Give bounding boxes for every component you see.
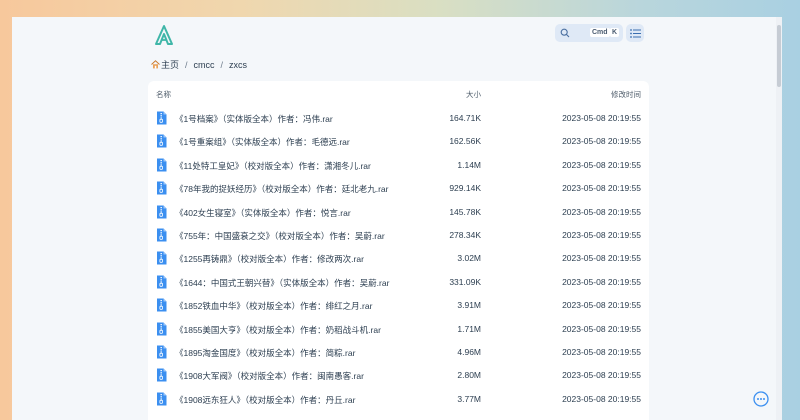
archive-file-icon	[157, 345, 167, 359]
table-row[interactable]: 《1255再铸鼎》（校对版全本）作者：修改两次.rar 3.02M 2023-05-…	[148, 247, 649, 270]
file-name[interactable]: 《1号重案组》（实体版全本）作者：毛德远.rar	[175, 136, 350, 148]
file-modified: 2023-05-08 20:19:55	[562, 136, 641, 147]
breadcrumb-home[interactable]: 主页	[151, 58, 179, 71]
file-size: 3.77M	[457, 393, 481, 404]
table-row[interactable]: 《755年：中国盛衰之交》（校对版全本）作者：吴蔚.rar 278.34K 2023…	[148, 224, 649, 247]
table-row[interactable]: 《402女生寝室》（实体版全本）作者：悦言.rar 145.78K 2023-05-…	[148, 201, 649, 224]
file-modified: 2023-05-08 20:19:55	[562, 393, 641, 404]
file-size: 1.71M	[457, 323, 481, 334]
table-header: 名称 大小 修改时间	[148, 89, 649, 103]
table-row[interactable]: 《1号档案》（实体版全本）作者：冯伟.rar 164.71K 2023-05-08 …	[148, 107, 649, 130]
list-icon	[629, 28, 641, 38]
file-name[interactable]: 《1908远东狂人》（校对版全本）作者：丹丘.rar	[175, 394, 355, 406]
table-row[interactable]: 《1895淘金国度》（校对版全本）作者：简粽.rar 4.96M 2023-05-0…	[148, 341, 649, 364]
file-name[interactable]: 《755年：中国盛衰之交》（校对版全本）作者：吴蔚.rar	[175, 230, 385, 242]
column-header-modified[interactable]: 修改时间	[611, 89, 641, 100]
list-menu-button[interactable]	[626, 24, 644, 42]
table-row[interactable]: 《1908远东狂人》（校对版全本）作者：丹丘.rar 3.77M 2023-05-0…	[148, 388, 649, 411]
breadcrumb-separator: /	[185, 59, 188, 70]
archive-file-icon	[157, 228, 167, 242]
logo-icon[interactable]	[153, 24, 175, 46]
file-modified: 2023-05-08 20:19:55	[562, 159, 641, 170]
breadcrumb: 主页 / cmcc / zxcs	[151, 58, 247, 71]
file-modified: 2023-05-08 20:19:55	[562, 370, 641, 381]
column-header-size[interactable]: 大小	[466, 89, 481, 100]
archive-file-icon	[157, 251, 167, 265]
file-size: 278.34K	[449, 230, 481, 240]
file-size: 164.71K	[449, 113, 481, 123]
breadcrumb-home-label: 主页	[161, 60, 180, 70]
file-modified: 2023-05-08 20:19:55	[562, 183, 641, 194]
more-options-icon[interactable]	[753, 391, 769, 407]
file-modified: 2023-05-08 20:19:55	[562, 230, 641, 240]
file-modified: 2023-05-08 20:19:55	[562, 253, 641, 264]
breadcrumb-item-cmcc[interactable]: cmcc	[194, 60, 215, 70]
table-row[interactable]: 《1852铁血中华》（校对版全本）作者：绯红之月.rar 3.91M 2023-05…	[148, 294, 649, 317]
archive-file-icon	[157, 392, 167, 406]
archive-file-icon	[157, 134, 167, 148]
file-size: 2.80M	[457, 370, 481, 381]
table-row[interactable]: 《1644：中国式王朝兴替》（实体版全本）作者：吴蔚.rar 331.09K 202…	[148, 271, 649, 294]
app-window: Cmd K 主页 / cmcc / zxcs 名称 大小 修改时间 《1号档案》…	[12, 17, 782, 420]
table-row[interactable]: 《1908大军阀》（校对版全本）作者：闽南愚客.rar 2.80M 2023-05-…	[148, 364, 649, 387]
breadcrumb-separator: /	[220, 59, 224, 70]
file-size: 3.91M	[457, 300, 481, 311]
file-size: 3.02M	[457, 253, 481, 264]
file-modified: 2023-05-08 20:19:55	[562, 276, 641, 287]
archive-file-icon	[157, 181, 167, 195]
file-modified: 2023-05-08 20:19:55	[562, 113, 641, 123]
home-icon	[151, 60, 160, 69]
page-scrollbar[interactable]	[776, 17, 782, 420]
file-modified: 2023-05-08 20:19:55	[562, 206, 641, 217]
archive-file-icon	[157, 158, 167, 172]
file-size: 4.96M	[457, 347, 481, 357]
column-header-name[interactable]: 名称	[156, 89, 171, 100]
file-size: 929.14K	[449, 183, 481, 194]
table-row[interactable]: 《11处特工皇妃》（校对版全本）作者：潇湘冬儿.rar 1.14M 2023-05-…	[148, 154, 649, 177]
file-name[interactable]: 《1644：中国式王朝兴替》（实体版全本）作者：吴蔚.rar	[175, 277, 389, 289]
search-icon	[560, 28, 570, 38]
file-size: 1.14M	[457, 159, 481, 170]
file-name[interactable]: 《78年我的捉妖经历》（校对版全本）作者：廷北老九.rar	[175, 183, 388, 195]
archive-file-icon	[157, 298, 167, 312]
file-list: 名称 大小 修改时间 《1号档案》（实体版全本）作者：冯伟.rar 164.71K…	[148, 81, 649, 420]
file-modified: 2023-05-08 20:19:55	[562, 300, 641, 311]
archive-file-icon	[157, 275, 167, 289]
archive-file-icon	[157, 205, 167, 219]
file-size: 162.56K	[449, 136, 481, 147]
breadcrumb-item-zxcs[interactable]: zxcs	[229, 60, 247, 70]
file-size: 145.78K	[449, 206, 481, 217]
archive-file-icon	[157, 322, 167, 336]
file-name[interactable]: 《402女生寝室》（实体版全本）作者：悦言.rar	[175, 207, 351, 219]
file-name[interactable]: 《1895淘金国度》（校对版全本）作者：简粽.rar	[175, 347, 355, 359]
file-modified: 2023-05-08 20:19:55	[562, 323, 641, 334]
file-name[interactable]: 《11处特工皇妃》（校对版全本）作者：潇湘冬儿.rar	[175, 160, 371, 172]
file-name[interactable]: 《1852铁血中华》（校对版全本）作者：绯红之月.rar	[175, 300, 372, 312]
table-row[interactable]: 《1号重案组》（实体版全本）作者：毛德远.rar 162.56K 2023-05-0…	[148, 130, 649, 153]
scrollbar-thumb[interactable]	[777, 25, 781, 87]
file-size: 331.09K	[449, 276, 481, 287]
archive-file-icon	[157, 111, 167, 125]
kbd-k: K	[610, 28, 620, 37]
search-button[interactable]: Cmd K	[555, 24, 623, 42]
file-name[interactable]: 《1908大军阀》（校对版全本）作者：闽南愚客.rar	[175, 370, 364, 382]
file-name[interactable]: 《1255再铸鼎》（校对版全本）作者：修改两次.rar	[175, 253, 364, 265]
archive-file-icon	[157, 368, 167, 382]
file-name[interactable]: 《1号档案》（实体版全本）作者：冯伟.rar	[175, 113, 333, 125]
kbd-cmd: Cmd	[590, 28, 610, 37]
file-modified: 2023-05-08 20:19:55	[562, 347, 641, 357]
file-name[interactable]: 《1855美国大亨》（校对版全本）作者：奶稻战斗机.rar	[175, 324, 381, 336]
table-row[interactable]: 《78年我的捉妖经历》（校对版全本）作者：廷北老九.rar 929.14K 2023…	[148, 177, 649, 200]
table-row[interactable]: 《1855美国大亨》（校对版全本）作者：奶稻战斗机.rar 1.71M 2023-0…	[148, 318, 649, 341]
